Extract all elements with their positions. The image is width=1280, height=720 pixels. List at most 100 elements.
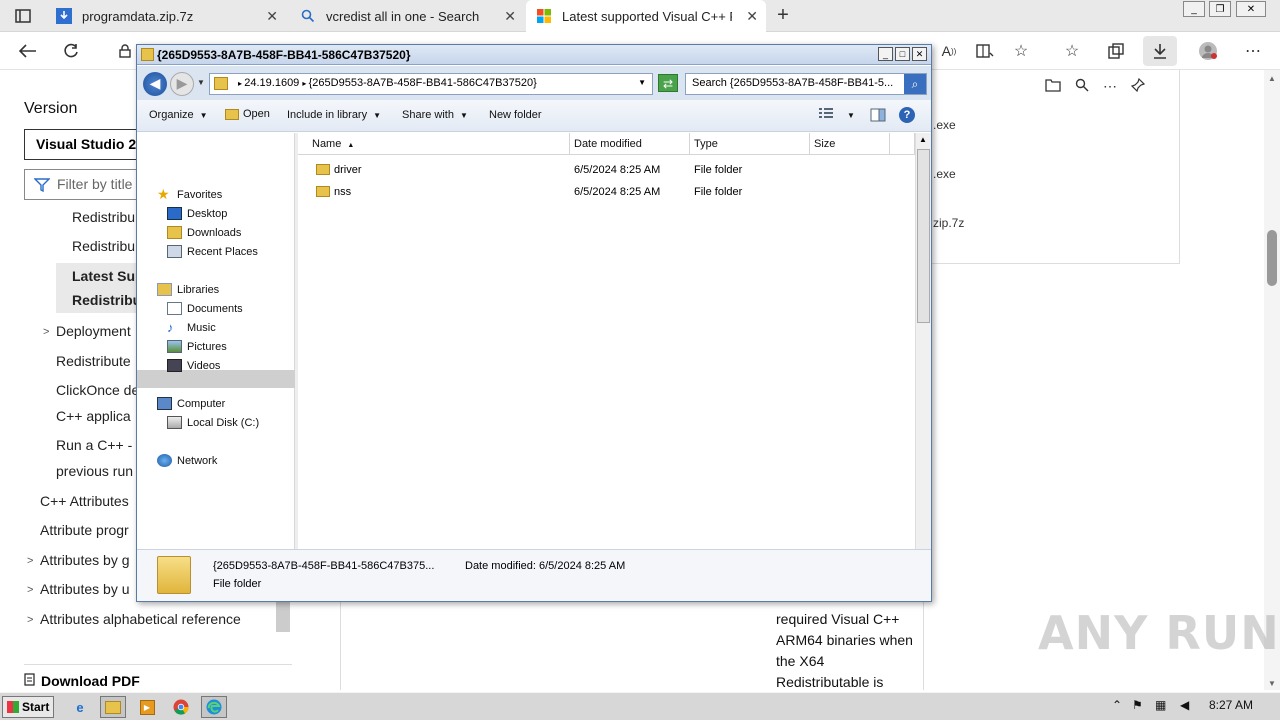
share-with-button[interactable]: Share with ▼	[402, 109, 468, 121]
table-row[interactable]: nss 6/5/2024 8:25 AM File folder	[298, 183, 908, 203]
nav-item-selected[interactable]: Latest Sup Redistribu	[56, 263, 144, 313]
tab-latest-vcpp[interactable]: Latest supported Visual C++ Red ✕	[526, 0, 766, 32]
minimize-button[interactable]: _	[878, 47, 893, 61]
new-tab-button[interactable]: +	[772, 5, 794, 27]
address-dropdown-icon[interactable]: ▼	[638, 78, 646, 87]
refresh-icon[interactable]: ⇄	[658, 74, 678, 92]
read-aloud-icon[interactable]: A))	[936, 39, 962, 63]
explorer-search-input[interactable]: Search {265D9553-8A7B-458F-BB41-5... ⌕	[685, 73, 927, 95]
tab-close-icon[interactable]: ✕	[504, 8, 516, 25]
nav-item[interactable]: Run a C++ -	[56, 437, 132, 453]
nav-item[interactable]: Attributes by g	[40, 552, 130, 568]
nav-network[interactable]: Network	[157, 454, 217, 467]
explorer-titlebar[interactable]: {265D9553-8A7B-458F-BB41-586C47B37520} _…	[137, 45, 931, 65]
scroll-up-icon[interactable]: ▲	[919, 135, 927, 144]
nav-libraries[interactable]: Libraries	[157, 283, 219, 296]
scroll-up-icon[interactable]: ▲	[1268, 74, 1276, 83]
internet-explorer-icon[interactable]: e	[67, 696, 93, 718]
tab-close-icon[interactable]: ✕	[746, 8, 758, 25]
lock-icon[interactable]	[112, 39, 138, 63]
nav-item[interactable]: Redistribute	[56, 353, 131, 369]
column-header-date[interactable]: Date modified	[570, 133, 690, 155]
organize-button[interactable]: Organize ▼	[149, 109, 208, 121]
nav-downloads[interactable]: Downloads	[167, 226, 241, 239]
nav-item[interactable]: Redistribu	[72, 238, 135, 254]
file-list-scrollbar[interactable]: ▲	[915, 133, 931, 549]
volume-icon[interactable]: ◀	[1180, 698, 1189, 712]
open-button[interactable]: Open	[225, 108, 270, 120]
scroll-thumb[interactable]	[917, 149, 930, 323]
clock[interactable]: 8:27 AM	[1209, 698, 1253, 712]
more-options-icon[interactable]: ⋯	[1240, 39, 1266, 63]
nav-music[interactable]: ♪ Music	[167, 321, 216, 334]
edge-icon[interactable]	[201, 696, 227, 718]
media-player-icon[interactable]: ▶	[134, 696, 160, 718]
forward-arrow-icon[interactable]: ▶	[170, 72, 194, 96]
scroll-thumb[interactable]	[1267, 230, 1277, 286]
tab-actions-icon[interactable]	[8, 4, 38, 28]
maximize-button[interactable]: □	[895, 47, 910, 61]
search-icon[interactable]	[1075, 78, 1089, 95]
nav-item[interactable]: ClickOnce de	[56, 382, 139, 398]
breadcrumb-segment[interactable]: 24.19.1609	[244, 77, 299, 89]
nav-item[interactable]: C++ Attributes	[40, 493, 129, 509]
view-options-icon[interactable]	[819, 107, 833, 122]
tab-search[interactable]: vcredist all in one - Search ✕	[290, 0, 524, 32]
breadcrumb-segment[interactable]: {265D9553-8A7B-458F-BB41-586C47B37520}	[309, 77, 537, 89]
view-dropdown-icon[interactable]: ▼	[847, 109, 855, 121]
nav-local-disk[interactable]: Local Disk (C:)	[167, 416, 259, 429]
include-in-library-button[interactable]: Include in library ▼	[287, 109, 381, 121]
chevron-right-icon[interactable]: >	[27, 555, 33, 567]
column-header-type[interactable]: Type	[690, 133, 810, 155]
nav-item[interactable]: C++ applica	[56, 408, 131, 424]
action-center-icon[interactable]: ⚑	[1132, 698, 1143, 712]
recent-pages-dropdown-icon[interactable]: ▼	[197, 78, 205, 87]
window-restore-button[interactable]: ❐	[1209, 1, 1231, 17]
collections-icon[interactable]	[1103, 39, 1129, 63]
nav-computer[interactable]: Computer	[157, 397, 225, 410]
page-scrollbar[interactable]: ▲ ▼	[1264, 70, 1280, 690]
chevron-right-icon[interactable]: >	[43, 326, 49, 338]
nav-item[interactable]: Deployment	[56, 323, 131, 339]
open-folder-icon[interactable]	[1045, 78, 1061, 95]
address-input[interactable]: ▸ 24.19.1609 ▸ {265D9553-8A7B-458F-BB41-…	[209, 73, 653, 95]
nav-documents[interactable]: Documents	[167, 302, 243, 315]
download-item[interactable]: .exe	[933, 118, 956, 132]
nav-videos[interactable]: Videos	[167, 359, 220, 372]
sidebar-scrollbar[interactable]	[276, 600, 290, 632]
nav-item[interactable]: Attributes alphabetical reference	[40, 611, 241, 627]
help-icon[interactable]: ?	[899, 107, 915, 123]
more-options-icon[interactable]: ⋯	[1103, 78, 1117, 95]
tab-programdata[interactable]: programdata.zip.7z ✕	[46, 0, 286, 32]
nav-item[interactable]: Redistribu	[72, 209, 135, 225]
scroll-down-icon[interactable]: ▼	[1268, 679, 1276, 688]
immersive-reader-icon[interactable]	[972, 39, 998, 63]
new-folder-button[interactable]: New folder	[489, 109, 542, 121]
download-item[interactable]: .exe	[933, 167, 956, 181]
refresh-icon[interactable]	[58, 39, 84, 63]
show-hidden-icons-icon[interactable]: ⌃	[1112, 698, 1122, 712]
window-close-button[interactable]: ✕	[1236, 1, 1266, 17]
nav-item[interactable]: previous run	[56, 463, 133, 479]
download-item[interactable]: zip.7z	[933, 216, 964, 230]
nav-recent-places[interactable]: Recent Places	[167, 245, 258, 258]
download-pdf-link[interactable]: Download PDF	[24, 664, 292, 689]
file-explorer-icon[interactable]	[100, 696, 126, 718]
column-header-name[interactable]: Name ▲	[298, 133, 570, 155]
chevron-right-icon[interactable]: >	[27, 584, 33, 596]
profile-avatar-icon[interactable]	[1195, 39, 1221, 63]
nav-desktop[interactable]: Desktop	[167, 207, 227, 220]
back-icon[interactable]	[15, 39, 41, 63]
preview-pane-icon[interactable]	[870, 108, 886, 125]
close-button[interactable]: ✕	[912, 47, 927, 61]
chrome-icon[interactable]	[168, 696, 194, 718]
start-button[interactable]: Start	[2, 696, 54, 718]
nav-item[interactable]: Attributes by u	[40, 581, 130, 597]
search-icon[interactable]: ⌕	[904, 74, 926, 94]
pin-icon[interactable]	[1130, 77, 1146, 95]
back-arrow-icon[interactable]: ◀	[143, 72, 167, 96]
nav-pictures[interactable]: Pictures	[167, 340, 227, 353]
downloads-icon[interactable]	[1143, 36, 1177, 66]
window-minimize-button[interactable]: _	[1183, 1, 1205, 17]
tab-close-icon[interactable]: ✕	[266, 8, 278, 25]
